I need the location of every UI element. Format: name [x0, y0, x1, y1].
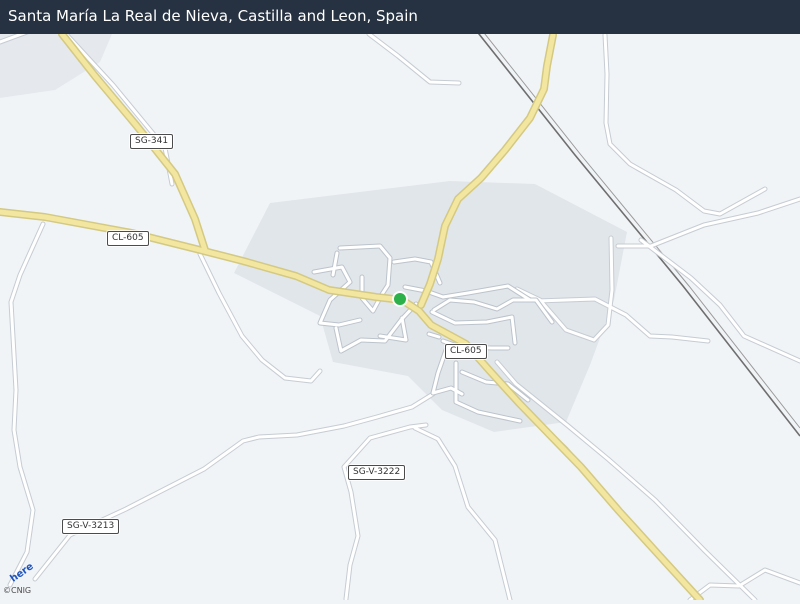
- location-title-bar: Santa María La Real de Nieva, Castilla a…: [0, 0, 800, 34]
- road-label-sg-v-3222: SG-V-3222: [348, 465, 406, 480]
- road-label-text: CL-605: [450, 346, 482, 356]
- map-attribution: ©CNIG: [3, 586, 31, 596]
- road-label-cl-605-west: CL-605: [107, 231, 149, 246]
- road-label-text: SG-V-3213: [67, 521, 115, 531]
- road-label-text: CL-605: [112, 233, 144, 243]
- road-label-cl-605-east: CL-605: [445, 344, 487, 359]
- attribution-text: ©CNIG: [3, 586, 32, 595]
- road-label-sg-v-3213: SG-V-3213: [62, 519, 120, 534]
- map-canvas[interactable]: Santa María La Real de Nieva, Castilla a…: [0, 0, 800, 604]
- road-label-text: SG-341: [135, 136, 169, 146]
- road-label-text: SG-V-3222: [353, 467, 401, 477]
- location-marker[interactable]: [394, 293, 406, 305]
- location-title: Santa María La Real de Nieva, Castilla a…: [8, 7, 418, 25]
- road-label-sg-341: SG-341: [130, 134, 174, 149]
